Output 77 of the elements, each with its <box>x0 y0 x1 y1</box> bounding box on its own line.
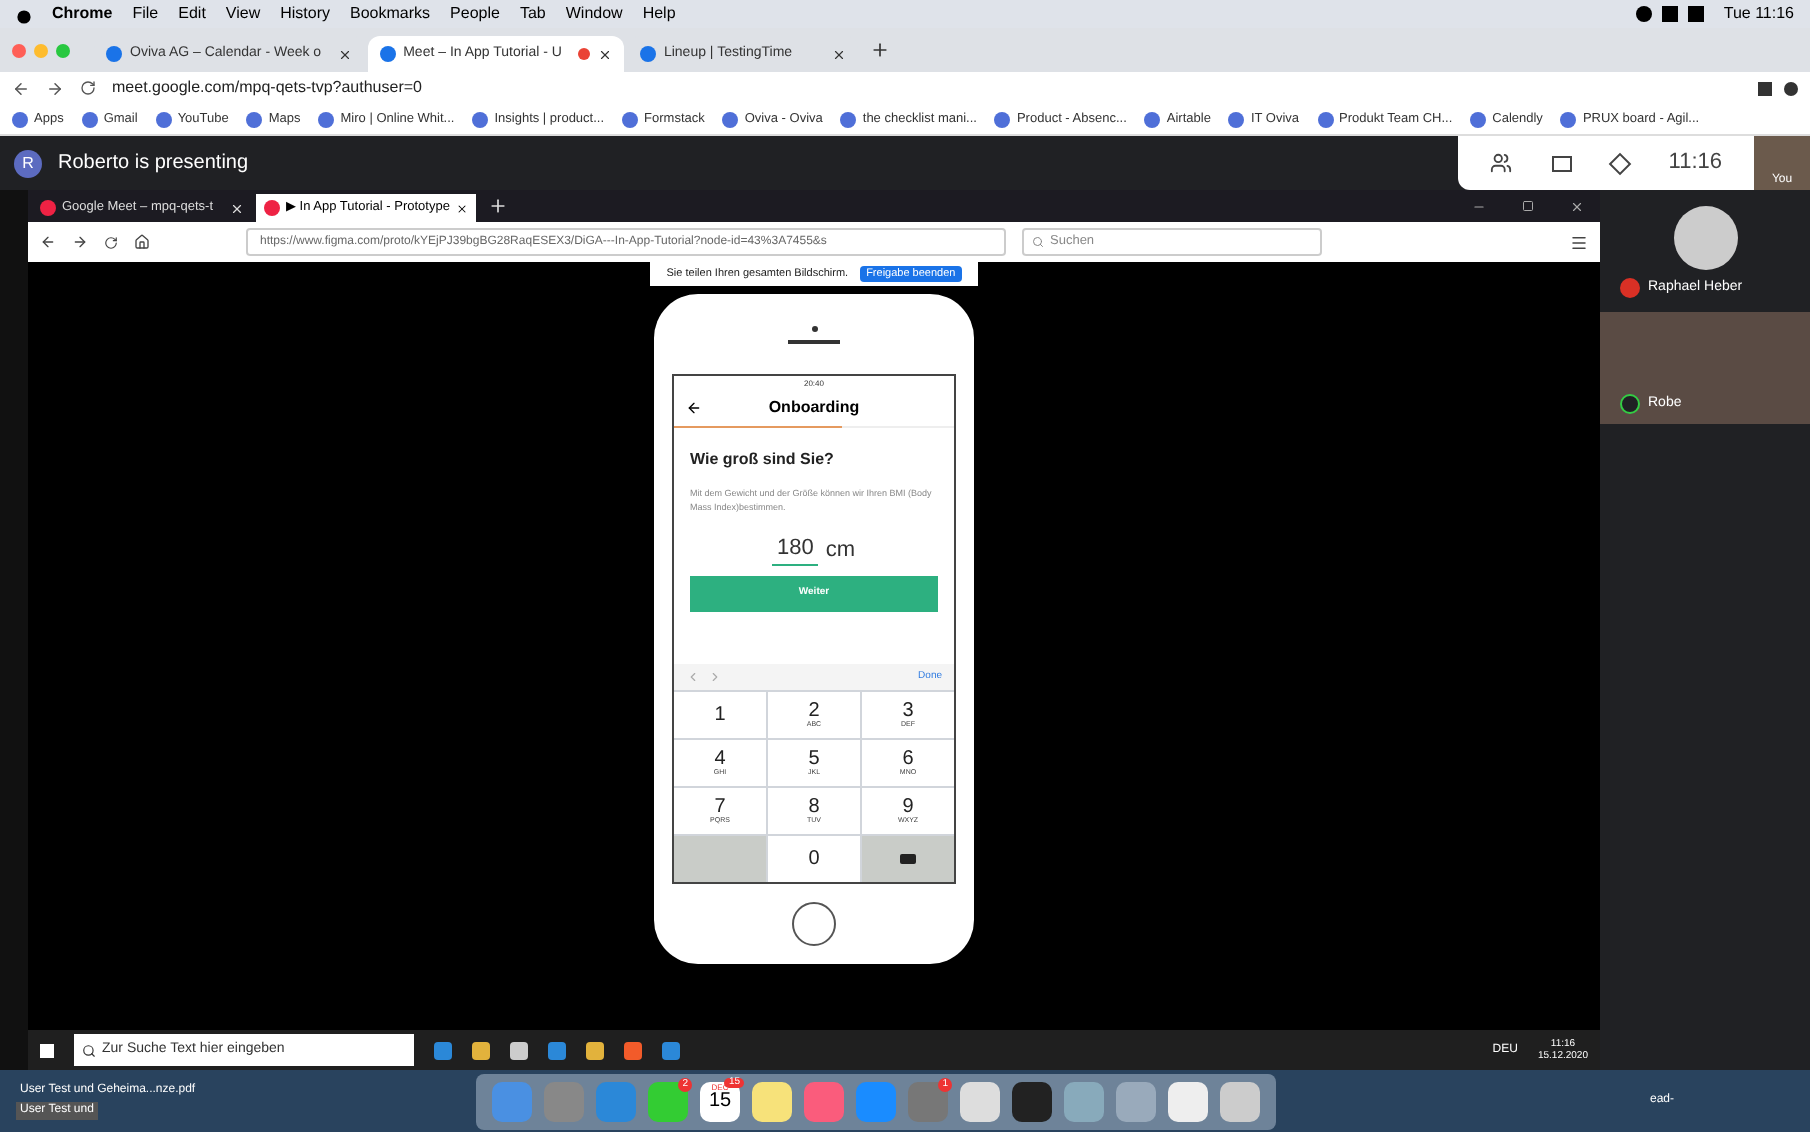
menu-item[interactable]: Help <box>642 2 676 26</box>
reload-icon[interactable] <box>80 80 96 96</box>
menu-item[interactable]: Bookmarks <box>350 2 431 26</box>
search-icon <box>82 1043 96 1057</box>
favicon-icon <box>246 111 263 127</box>
close-icon[interactable] <box>1570 199 1584 213</box>
favicon-icon <box>318 111 335 127</box>
close-icon[interactable] <box>455 201 468 215</box>
search-icon <box>1032 236 1044 248</box>
keypad-key[interactable]: 1 <box>674 692 766 738</box>
blank-key <box>674 836 766 882</box>
dock-app-icon[interactable] <box>1168 1081 1208 1121</box>
favicon-icon <box>840 111 857 127</box>
forward-icon[interactable] <box>46 79 64 97</box>
menu-item[interactable]: Window <box>565 2 623 26</box>
menu-item[interactable]: Edit <box>178 2 206 26</box>
forward-icon[interactable] <box>72 234 88 250</box>
favicon-icon <box>1228 111 1245 127</box>
favicon-icon <box>639 46 656 62</box>
favicon-icon <box>106 46 122 62</box>
keypad-key[interactable]: 0 <box>768 836 860 882</box>
taskbar-app-icon[interactable] <box>434 1041 452 1059</box>
menu-item[interactable]: Tab <box>519 2 546 26</box>
presenting-label: Roberto is presenting <box>58 150 249 178</box>
taskbar-app-icon[interactable] <box>662 1041 680 1059</box>
favicon-icon <box>40 200 56 216</box>
home-button[interactable] <box>792 902 836 946</box>
menu-item[interactable]: People <box>450 2 500 26</box>
close-icon[interactable] <box>597 47 612 61</box>
status-icons[interactable] <box>1635 6 1704 22</box>
favicon-icon <box>472 111 489 127</box>
favicon-icon <box>81 111 98 127</box>
menu-item[interactable]: File <box>132 2 159 26</box>
back-icon[interactable] <box>12 79 30 97</box>
presenter-avatar: R <box>14 149 42 177</box>
maximize-icon[interactable] <box>1522 199 1534 211</box>
favicon-icon <box>264 200 280 216</box>
dock-app-icon[interactable] <box>960 1081 1000 1121</box>
favicon-icon <box>379 46 396 62</box>
favicon-icon <box>994 111 1011 127</box>
app-menu[interactable]: Chrome <box>52 2 113 26</box>
menu-clock[interactable]: Tue 11:16 <box>1723 2 1794 26</box>
favicon-icon <box>12 111 28 127</box>
favicon-icon <box>1144 111 1161 127</box>
favicon-icon <box>1560 111 1577 127</box>
backspace-icon <box>900 854 916 864</box>
menu-item[interactable]: View <box>225 2 261 26</box>
taskbar-app-icon[interactable] <box>510 1041 528 1059</box>
taskbar-app-icon[interactable] <box>586 1041 604 1059</box>
meeting-time: 11:16 <box>1668 148 1722 179</box>
dock-app-icon[interactable] <box>752 1081 792 1121</box>
question-heading: Wie groß sind Sie? <box>690 448 836 472</box>
dock-app-icon[interactable] <box>1012 1081 1052 1121</box>
close-icon[interactable] <box>337 47 352 61</box>
height-field[interactable]: 180 <box>772 531 818 566</box>
taskbar-app-icon[interactable] <box>624 1041 642 1059</box>
menu-icon[interactable] <box>1570 233 1588 251</box>
extension-icons[interactable] <box>1758 81 1798 95</box>
taskbar-app-icon[interactable] <box>548 1041 566 1059</box>
back-icon[interactable] <box>686 400 702 416</box>
back-icon[interactable] <box>40 234 56 250</box>
delete-key[interactable] <box>862 836 954 882</box>
screen-title: Onboarding <box>766 396 862 420</box>
taskbar-app-icon[interactable] <box>472 1041 490 1059</box>
reload-icon[interactable] <box>104 235 118 249</box>
favicon-icon <box>1317 111 1334 127</box>
favicon-icon <box>155 111 172 127</box>
new-tab-icon[interactable] <box>869 40 890 60</box>
close-icon[interactable] <box>831 47 846 61</box>
home-icon[interactable] <box>134 234 150 250</box>
new-tab-icon[interactable] <box>488 196 508 216</box>
favicon-icon <box>722 111 739 127</box>
people-icon[interactable] <box>1490 152 1513 174</box>
menu-item[interactable]: History <box>280 2 331 26</box>
unit-label: cm <box>825 535 856 565</box>
favicon-icon <box>1470 111 1487 127</box>
favicon-icon <box>622 111 639 127</box>
